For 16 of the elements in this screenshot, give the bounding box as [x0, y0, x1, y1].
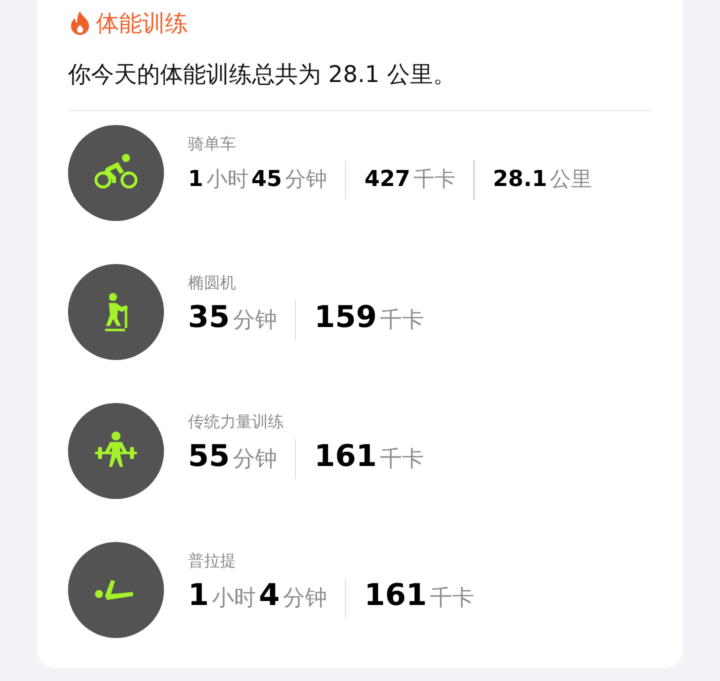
summary-text: 你今天的体能训练总共为 28.1 公里。 — [68, 61, 457, 90]
workout-metric: 161千卡 — [314, 438, 424, 476]
workout-metric: 1小时45分钟 — [188, 166, 327, 194]
workout-metric: 35分钟 — [188, 299, 277, 337]
workout-metric: 55分钟 — [188, 438, 277, 476]
workout-name: 普拉提 — [188, 550, 237, 572]
workout-metric: 427千卡 — [364, 166, 456, 194]
workout-name: 传统力量训练 — [188, 411, 285, 433]
workout-metric: 159千卡 — [314, 299, 424, 337]
workout-metric: 28.1公里 — [492, 166, 592, 194]
workout-name: 椭圆机 — [188, 272, 237, 294]
section-title: 体能训练 — [96, 10, 188, 39]
workout-metric: 161千卡 — [364, 577, 474, 615]
flame-icon — [68, 11, 92, 37]
workout-name: 骑单车 — [188, 133, 237, 155]
workout-metric: 1小时4分钟 — [188, 577, 327, 615]
